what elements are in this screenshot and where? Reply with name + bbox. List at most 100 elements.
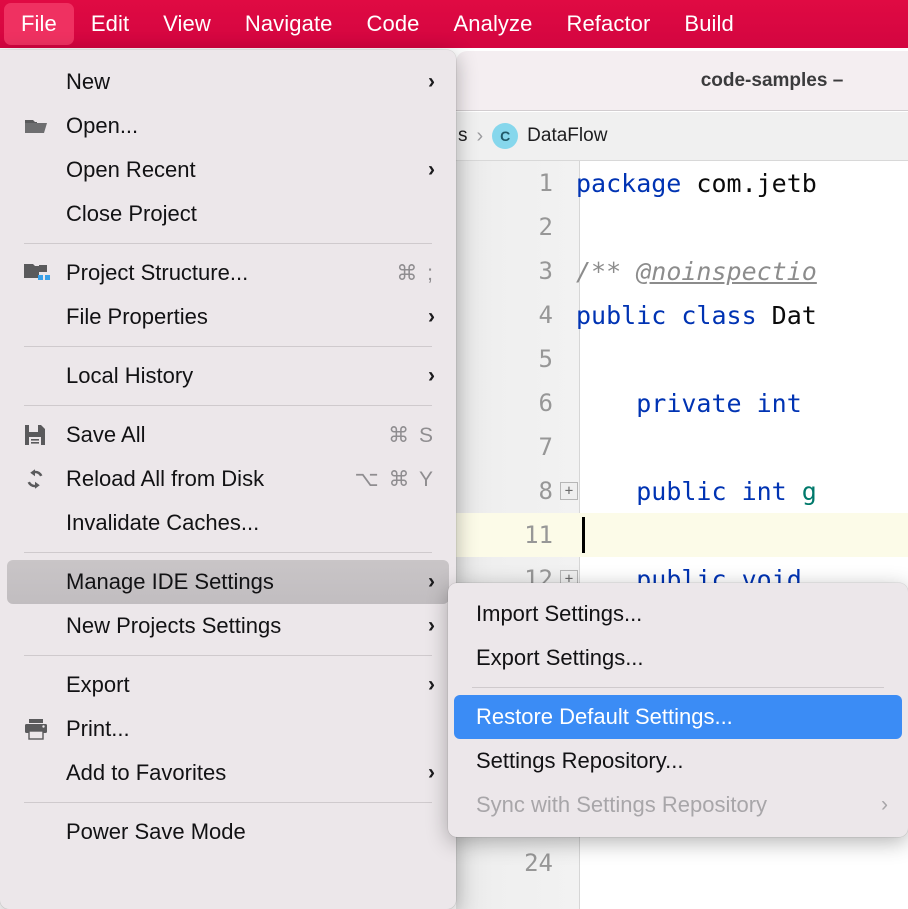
menu-separator [24,243,432,244]
submenu-item-settings-repository[interactable]: Settings Repository... [454,739,902,783]
file-menu-item-label: Power Save Mode [66,819,246,845]
code-line[interactable]: 2 [456,205,908,249]
keyboard-shortcut: ⌥ ⌘ Y [355,467,436,492]
chevron-right-icon: › [428,614,435,638]
menu-separator [24,655,432,656]
file-menu-item-print[interactable]: Print... [7,707,449,751]
code-line[interactable]: 1 package com.jetb [456,161,908,205]
chevron-right-icon: › [428,364,435,388]
file-menu-item-label: Print... [66,716,130,742]
file-menu-item-label: Local History [66,363,193,389]
line-number: 4 [456,301,559,329]
file-menu-dropdown[interactable]: New›Open...Open Recent›Close ProjectProj… [0,50,456,909]
file-menu-item-label: Manage IDE Settings [66,569,274,595]
submenu-item-sync-with-settings-repository: Sync with Settings Repository › [454,783,902,827]
breadcrumb[interactable]: s › C DataFlow [456,112,908,161]
file-menu-item-file-properties[interactable]: File Properties › [7,295,449,339]
folder-open-icon [24,116,54,136]
file-menu-item-close-project[interactable]: Close Project [7,192,449,236]
file-menu-item-save-all[interactable]: Save All ⌘ S [7,413,449,457]
keyboard-shortcut: ⌘ ; [396,261,435,286]
line-number: 5 [456,345,559,373]
keyboard-shortcut: ⌘ S [388,423,435,448]
file-menu-item-label: New [66,69,110,95]
menubar-item-refactor[interactable]: Refactor [549,3,667,45]
submenu-item-label: Import Settings... [476,601,642,627]
file-menu-item-label: Add to Favorites [66,760,226,786]
breadcrumb-package[interactable]: s [458,125,468,147]
file-menu-item-label: File Properties [66,304,208,330]
file-menu-item-label: Open Recent [66,157,196,183]
menu-separator [24,802,432,803]
code-line[interactable]: 24 [456,841,908,885]
line-number: 1 [456,169,559,197]
chevron-right-icon: › [881,793,888,817]
chevron-right-icon: › [428,761,435,785]
menu-separator [24,346,432,347]
code-line[interactable]: 7 [456,425,908,469]
submenu-item-export-settings[interactable]: Export Settings... [454,636,902,680]
file-menu-item-new[interactable]: New › [7,60,449,104]
file-menu-item-label: Reload All from Disk [66,466,264,492]
line-number: 7 [456,433,559,461]
line-number: 8 [456,477,559,505]
text-caret [582,517,585,553]
menubar-item-view[interactable]: View [146,3,228,45]
file-menu-item-label: Open... [66,113,138,139]
code-text: private int [576,389,817,418]
menu-separator [24,552,432,553]
file-menu-item-manage-ide-settings[interactable]: Manage IDE Settings › [7,560,449,604]
file-menu-item-label: Export [66,672,130,698]
file-menu-item-label: Close Project [66,201,197,227]
code-text: package com.jetb [576,169,817,198]
submenu-item-import-settings[interactable]: Import Settings... [454,592,902,636]
file-menu-item-label: Invalidate Caches... [66,510,259,536]
menu-bar[interactable]: FileEditViewNavigateCodeAnalyzeRefactorB… [0,0,908,48]
menubar-item-analyze[interactable]: Analyze [437,3,550,45]
submenu-item-label: Restore Default Settings... [476,704,733,730]
file-menu-item-label: Save All [66,422,146,448]
code-text: public class Dat [576,301,817,330]
submenu-item-restore-default-settings[interactable]: Restore Default Settings... [454,695,902,739]
line-number: 11 [456,521,559,549]
file-menu-item-invalidate-caches[interactable]: Invalidate Caches... [7,501,449,545]
manage-ide-settings-submenu[interactable]: Import Settings... Export Settings... Rest… [448,583,908,837]
chevron-right-icon: › [428,70,435,94]
menubar-item-navigate[interactable]: Navigate [228,3,350,45]
line-number: 3 [456,257,559,285]
file-menu-item-power-save-mode[interactable]: Power Save Mode [7,810,449,854]
save-icon [24,424,54,446]
menubar-item-build[interactable]: Build [667,3,750,45]
menubar-item-code[interactable]: Code [350,3,437,45]
code-line[interactable]: 11 [456,513,908,557]
code-text: /** @noinspectio [576,257,817,286]
code-line[interactable]: 6 private int [456,381,908,425]
file-menu-item-label: New Projects Settings [66,613,281,639]
code-line[interactable]: 4 public class Dat [456,293,908,337]
file-menu-item-open[interactable]: Open... [7,104,449,148]
file-menu-item-add-to-favorites[interactable]: Add to Favorites › [7,751,449,795]
code-line[interactable]: 3 /** @noinspectio [456,249,908,293]
reload-icon [24,468,54,490]
code-line[interactable]: 5 [456,337,908,381]
chevron-right-icon: › [477,125,484,148]
submenu-item-label: Export Settings... [476,645,644,671]
menubar-item-edit[interactable]: Edit [74,3,146,45]
submenu-item-label: Settings Repository... [476,748,683,774]
submenu-item-label: Sync with Settings Repository [476,792,767,818]
menubar-item-file[interactable]: File [4,3,74,45]
file-menu-item-open-recent[interactable]: Open Recent› [7,148,449,192]
code-fold-toggle-icon[interactable]: + [560,482,578,500]
line-number: 6 [456,389,559,417]
project-structure-icon [24,262,54,284]
file-menu-item-export[interactable]: Export› [7,663,449,707]
breadcrumb-class[interactable]: DataFlow [527,125,607,147]
chevron-right-icon: › [428,305,435,329]
line-number: 24 [456,849,559,877]
chevron-right-icon: › [428,570,435,594]
file-menu-item-local-history[interactable]: Local History › [7,354,449,398]
file-menu-item-reload-all-from-disk[interactable]: Reload All from Disk ⌥ ⌘ Y [7,457,449,501]
file-menu-item-project-structure[interactable]: Project Structure...⌘ ; [7,251,449,295]
code-line[interactable]: 8+ public int g [456,469,908,513]
file-menu-item-new-projects-settings[interactable]: New Projects Settings › [7,604,449,648]
